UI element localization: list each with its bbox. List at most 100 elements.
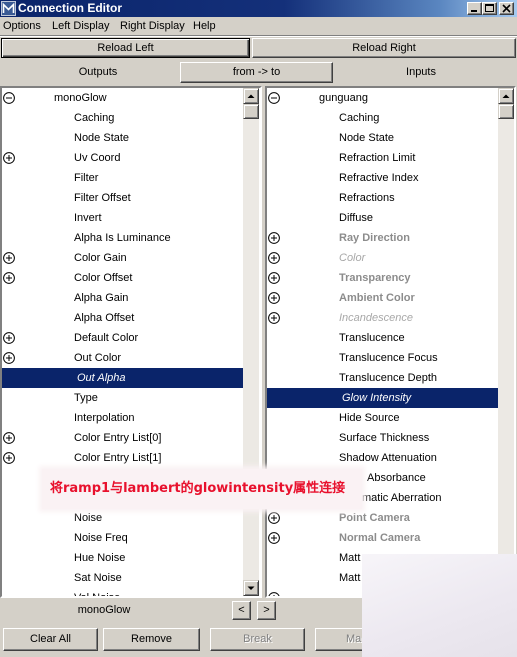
attribute-row[interactable]: Node State: [267, 128, 498, 148]
attribute-row[interactable]: Val Noise: [2, 588, 243, 596]
previous-node-button[interactable]: <: [232, 601, 251, 620]
expand-plus-icon[interactable]: [268, 592, 280, 596]
attribute-row[interactable]: Default Color: [2, 328, 243, 348]
attribute-row[interactable]: Node State: [2, 128, 243, 148]
attribute-row[interactable]: Alpha Gain: [2, 288, 243, 308]
attribute-row[interactable]: Color: [267, 248, 498, 268]
attribute-row[interactable]: Transparency: [267, 268, 498, 288]
attribute-row[interactable]: Alpha Offset: [2, 308, 243, 328]
current-node-label: monoGlow: [77, 604, 131, 616]
scroll-down-button[interactable]: [243, 580, 259, 596]
attribute-row[interactable]: Filter: [2, 168, 243, 188]
maximize-button[interactable]: [482, 2, 497, 15]
attribute-row[interactable]: Out Color: [2, 348, 243, 368]
attribute-row[interactable]: Filter Offset: [2, 188, 243, 208]
expand-plus-icon[interactable]: [268, 532, 280, 544]
expand-plus-icon[interactable]: [3, 452, 15, 464]
expand-plus-icon[interactable]: [268, 232, 280, 244]
attribute-row[interactable]: Invert: [2, 208, 243, 228]
attribute-row[interactable]: Interpolation: [2, 408, 243, 428]
attribute-row[interactable]: Type: [2, 388, 243, 408]
attribute-row-selected[interactable]: Glow Intensity: [267, 388, 498, 408]
attribute-row[interactable]: Diffuse: [267, 208, 498, 228]
reload-right-button[interactable]: Reload Right: [252, 38, 516, 58]
attribute-row[interactable]: Noise: [2, 508, 243, 528]
remove-button[interactable]: Remove: [103, 628, 200, 651]
attribute-row[interactable]: Translucence Focus: [267, 348, 498, 368]
expand-plus-icon[interactable]: [3, 272, 15, 284]
attribute-label: Noise Freq: [74, 532, 128, 544]
outputs-attribute-list[interactable]: monoGlow Caching Node State Uv Coord Filter F…: [2, 88, 243, 596]
attribute-row[interactable]: Caching: [2, 108, 243, 128]
scroll-thumb[interactable]: [243, 104, 259, 119]
attribute-label: Diffuse: [339, 212, 374, 224]
attribute-row[interactable]: Translucence Depth: [267, 368, 498, 388]
expand-plus-icon[interactable]: [268, 292, 280, 304]
attribute-row[interactable]: Normal Camera: [267, 528, 498, 548]
node-row[interactable]: monoGlow: [2, 88, 243, 108]
expand-plus-icon[interactable]: [268, 252, 280, 264]
attribute-label: Color Offset: [74, 272, 133, 284]
attribute-label: Filter Offset: [74, 192, 131, 204]
collapse-minus-icon[interactable]: [268, 92, 280, 104]
attribute-label: Caching: [74, 112, 115, 124]
attribute-row[interactable]: Uv Coord: [2, 148, 243, 168]
attribute-row[interactable]: Ambient Color: [267, 288, 498, 308]
scroll-up-button[interactable]: [243, 88, 259, 104]
attribute-row[interactable]: Shadow Attenuation: [267, 448, 498, 468]
attribute-row[interactable]: Color Entry List[1]: [2, 448, 243, 468]
attribute-row[interactable]: Color Offset: [2, 268, 243, 288]
attribute-row[interactable]: Hue Noise: [2, 548, 243, 568]
attribute-row[interactable]: Refractions: [267, 188, 498, 208]
attribute-row[interactable]: Sat Noise: [2, 568, 243, 588]
attribute-row[interactable]: Color Gain: [2, 248, 243, 268]
clear-all-button[interactable]: Clear All: [3, 628, 98, 651]
menu-help[interactable]: Help: [193, 17, 216, 35]
expand-plus-icon[interactable]: [3, 252, 15, 264]
scroll-up-button[interactable]: [498, 88, 514, 104]
attribute-label: Noise: [74, 512, 103, 524]
inputs-attribute-list[interactable]: gunguang Caching Node State Refraction Limi…: [267, 88, 498, 596]
attribute-label: Color Entry List[1]: [74, 452, 162, 464]
reload-left-button[interactable]: Reload Left: [1, 38, 250, 58]
attribute-row[interactable]: Refractive Index: [267, 168, 498, 188]
expand-plus-icon[interactable]: [3, 352, 15, 364]
attribute-row[interactable]: Alpha Is Luminance: [2, 228, 243, 248]
title-bar[interactable]: Connection Editor: [0, 0, 517, 17]
attribute-row[interactable]: Hide Source: [267, 408, 498, 428]
arrow-up-icon: [502, 94, 510, 98]
menu-left-display[interactable]: Left Display: [52, 17, 109, 35]
expand-plus-icon[interactable]: [268, 312, 280, 324]
attribute-row[interactable]: Incandescence: [267, 308, 498, 328]
expand-plus-icon[interactable]: [3, 432, 15, 444]
attribute-row[interactable]: Noise Freq: [2, 528, 243, 548]
attribute-row[interactable]: Translucence: [267, 328, 498, 348]
attribute-label: Color: [339, 252, 366, 264]
expand-plus-icon[interactable]: [268, 512, 280, 524]
menu-options[interactable]: Options: [3, 17, 41, 35]
inputs-scrollbar[interactable]: [498, 88, 514, 596]
collapse-minus-icon[interactable]: [3, 92, 15, 104]
from-to-button[interactable]: from -> to: [180, 62, 333, 83]
attribute-row[interactable]: Point Camera: [267, 508, 498, 528]
break-button[interactable]: Break: [210, 628, 305, 651]
attribute-row[interactable]: Refraction Limit: [267, 148, 498, 168]
expand-plus-icon[interactable]: [268, 272, 280, 284]
outputs-scrollbar[interactable]: [243, 88, 259, 596]
attribute-row-selected[interactable]: Out Alpha: [2, 368, 243, 388]
minimize-button[interactable]: [467, 2, 482, 15]
attribute-row[interactable]: Color Entry List[0]: [2, 428, 243, 448]
scroll-thumb[interactable]: [498, 104, 514, 119]
maya-app-icon[interactable]: [1, 1, 16, 16]
attribute-row[interactable]: Ray Direction: [267, 228, 498, 248]
attribute-label: Node State: [339, 132, 395, 144]
node-row[interactable]: gunguang: [267, 88, 498, 108]
attribute-row[interactable]: Surface Thickness: [267, 428, 498, 448]
expand-plus-icon[interactable]: [3, 332, 15, 344]
attribute-label: Hide Source: [339, 412, 400, 424]
next-node-button[interactable]: >: [257, 601, 276, 620]
close-button[interactable]: [499, 2, 514, 15]
menu-right-display[interactable]: Right Display: [120, 17, 185, 35]
expand-plus-icon[interactable]: [3, 152, 15, 164]
attribute-row[interactable]: Caching: [267, 108, 498, 128]
